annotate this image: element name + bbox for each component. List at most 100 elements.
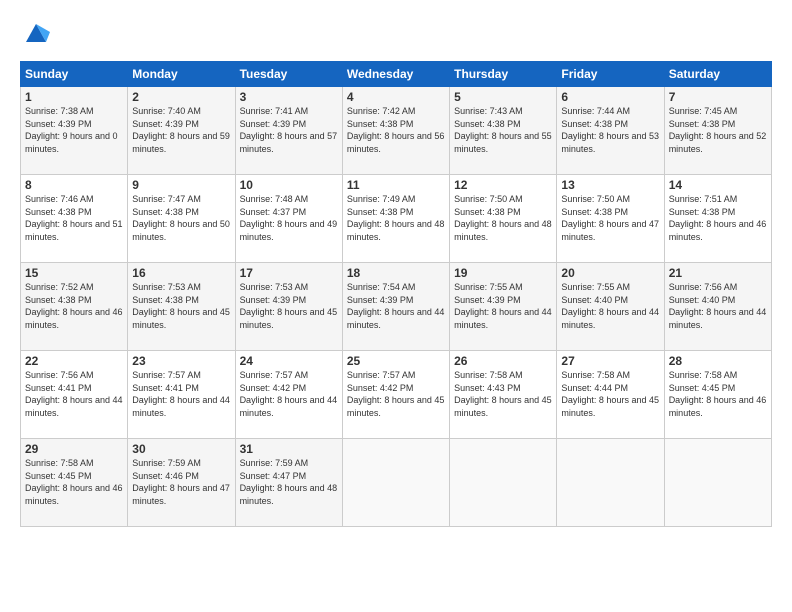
calendar-cell: 20 Sunrise: 7:55 AMSunset: 4:40 PMDaylig… [557,263,664,351]
day-info: Sunrise: 7:58 AMSunset: 4:43 PMDaylight:… [454,369,552,419]
calendar-cell: 5 Sunrise: 7:43 AMSunset: 4:38 PMDayligh… [450,87,557,175]
day-number: 27 [561,354,659,368]
day-info: Sunrise: 7:55 AMSunset: 4:40 PMDaylight:… [561,281,659,331]
day-number: 4 [347,90,445,104]
day-of-week-tuesday: Tuesday [235,62,342,87]
day-number: 31 [240,442,338,456]
day-info: Sunrise: 7:57 AMSunset: 4:41 PMDaylight:… [132,369,230,419]
day-number: 9 [132,178,230,192]
day-info: Sunrise: 7:44 AMSunset: 4:38 PMDaylight:… [561,105,659,155]
calendar-cell [664,439,771,527]
day-number: 30 [132,442,230,456]
day-number: 22 [25,354,123,368]
day-of-week-friday: Friday [557,62,664,87]
day-info: Sunrise: 7:43 AMSunset: 4:38 PMDaylight:… [454,105,552,155]
day-number: 8 [25,178,123,192]
calendar-cell: 13 Sunrise: 7:50 AMSunset: 4:38 PMDaylig… [557,175,664,263]
calendar-cell: 3 Sunrise: 7:41 AMSunset: 4:39 PMDayligh… [235,87,342,175]
day-info: Sunrise: 7:49 AMSunset: 4:38 PMDaylight:… [347,193,445,243]
calendar-cell: 29 Sunrise: 7:58 AMSunset: 4:45 PMDaylig… [21,439,128,527]
calendar-table: SundayMondayTuesdayWednesdayThursdayFrid… [20,61,772,527]
day-number: 24 [240,354,338,368]
day-info: Sunrise: 7:54 AMSunset: 4:39 PMDaylight:… [347,281,445,331]
day-number: 13 [561,178,659,192]
calendar-cell: 18 Sunrise: 7:54 AMSunset: 4:39 PMDaylig… [342,263,449,351]
calendar-cell: 6 Sunrise: 7:44 AMSunset: 4:38 PMDayligh… [557,87,664,175]
day-number: 29 [25,442,123,456]
day-number: 2 [132,90,230,104]
calendar-cell: 28 Sunrise: 7:58 AMSunset: 4:45 PMDaylig… [664,351,771,439]
calendar-cell: 21 Sunrise: 7:56 AMSunset: 4:40 PMDaylig… [664,263,771,351]
day-number: 3 [240,90,338,104]
day-info: Sunrise: 7:42 AMSunset: 4:38 PMDaylight:… [347,105,445,155]
day-info: Sunrise: 7:59 AMSunset: 4:47 PMDaylight:… [240,457,338,507]
day-info: Sunrise: 7:45 AMSunset: 4:38 PMDaylight:… [669,105,767,155]
day-number: 28 [669,354,767,368]
calendar-cell: 16 Sunrise: 7:53 AMSunset: 4:38 PMDaylig… [128,263,235,351]
calendar-cell: 23 Sunrise: 7:57 AMSunset: 4:41 PMDaylig… [128,351,235,439]
calendar-cell [342,439,449,527]
calendar-cell: 1 Sunrise: 7:38 AMSunset: 4:39 PMDayligh… [21,87,128,175]
day-number: 1 [25,90,123,104]
day-number: 11 [347,178,445,192]
calendar-cell: 26 Sunrise: 7:58 AMSunset: 4:43 PMDaylig… [450,351,557,439]
day-number: 15 [25,266,123,280]
day-info: Sunrise: 7:57 AMSunset: 4:42 PMDaylight:… [240,369,338,419]
calendar-cell: 9 Sunrise: 7:47 AMSunset: 4:38 PMDayligh… [128,175,235,263]
day-of-week-saturday: Saturday [664,62,771,87]
day-info: Sunrise: 7:55 AMSunset: 4:39 PMDaylight:… [454,281,552,331]
calendar-cell: 10 Sunrise: 7:48 AMSunset: 4:37 PMDaylig… [235,175,342,263]
day-info: Sunrise: 7:59 AMSunset: 4:46 PMDaylight:… [132,457,230,507]
day-of-week-sunday: Sunday [21,62,128,87]
day-number: 14 [669,178,767,192]
day-number: 16 [132,266,230,280]
day-number: 5 [454,90,552,104]
logo-icon [22,20,50,48]
day-info: Sunrise: 7:58 AMSunset: 4:45 PMDaylight:… [25,457,123,507]
day-info: Sunrise: 7:53 AMSunset: 4:38 PMDaylight:… [132,281,230,331]
day-number: 10 [240,178,338,192]
day-number: 12 [454,178,552,192]
day-info: Sunrise: 7:48 AMSunset: 4:37 PMDaylight:… [240,193,338,243]
calendar-cell: 7 Sunrise: 7:45 AMSunset: 4:38 PMDayligh… [664,87,771,175]
day-number: 23 [132,354,230,368]
day-info: Sunrise: 7:47 AMSunset: 4:38 PMDaylight:… [132,193,230,243]
calendar-cell: 30 Sunrise: 7:59 AMSunset: 4:46 PMDaylig… [128,439,235,527]
day-of-week-monday: Monday [128,62,235,87]
day-info: Sunrise: 7:40 AMSunset: 4:39 PMDaylight:… [132,105,230,155]
day-info: Sunrise: 7:56 AMSunset: 4:40 PMDaylight:… [669,281,767,331]
day-info: Sunrise: 7:56 AMSunset: 4:41 PMDaylight:… [25,369,123,419]
day-of-week-wednesday: Wednesday [342,62,449,87]
calendar-cell: 31 Sunrise: 7:59 AMSunset: 4:47 PMDaylig… [235,439,342,527]
day-number: 19 [454,266,552,280]
day-number: 6 [561,90,659,104]
day-info: Sunrise: 7:53 AMSunset: 4:39 PMDaylight:… [240,281,338,331]
calendar-cell [557,439,664,527]
calendar-cell: 14 Sunrise: 7:51 AMSunset: 4:38 PMDaylig… [664,175,771,263]
day-info: Sunrise: 7:38 AMSunset: 4:39 PMDaylight:… [25,105,123,155]
logo [20,20,50,53]
calendar-cell: 27 Sunrise: 7:58 AMSunset: 4:44 PMDaylig… [557,351,664,439]
day-info: Sunrise: 7:51 AMSunset: 4:38 PMDaylight:… [669,193,767,243]
day-info: Sunrise: 7:50 AMSunset: 4:38 PMDaylight:… [561,193,659,243]
calendar-cell: 4 Sunrise: 7:42 AMSunset: 4:38 PMDayligh… [342,87,449,175]
day-of-week-thursday: Thursday [450,62,557,87]
header [20,16,772,53]
day-number: 26 [454,354,552,368]
calendar-cell: 12 Sunrise: 7:50 AMSunset: 4:38 PMDaylig… [450,175,557,263]
day-number: 20 [561,266,659,280]
day-info: Sunrise: 7:58 AMSunset: 4:45 PMDaylight:… [669,369,767,419]
calendar-cell: 8 Sunrise: 7:46 AMSunset: 4:38 PMDayligh… [21,175,128,263]
calendar-cell: 24 Sunrise: 7:57 AMSunset: 4:42 PMDaylig… [235,351,342,439]
day-number: 17 [240,266,338,280]
day-info: Sunrise: 7:50 AMSunset: 4:38 PMDaylight:… [454,193,552,243]
calendar-cell: 17 Sunrise: 7:53 AMSunset: 4:39 PMDaylig… [235,263,342,351]
calendar-cell: 25 Sunrise: 7:57 AMSunset: 4:42 PMDaylig… [342,351,449,439]
day-info: Sunrise: 7:58 AMSunset: 4:44 PMDaylight:… [561,369,659,419]
calendar-cell: 2 Sunrise: 7:40 AMSunset: 4:39 PMDayligh… [128,87,235,175]
day-number: 21 [669,266,767,280]
calendar-cell: 19 Sunrise: 7:55 AMSunset: 4:39 PMDaylig… [450,263,557,351]
calendar-cell: 22 Sunrise: 7:56 AMSunset: 4:41 PMDaylig… [21,351,128,439]
calendar-cell: 11 Sunrise: 7:49 AMSunset: 4:38 PMDaylig… [342,175,449,263]
day-number: 18 [347,266,445,280]
